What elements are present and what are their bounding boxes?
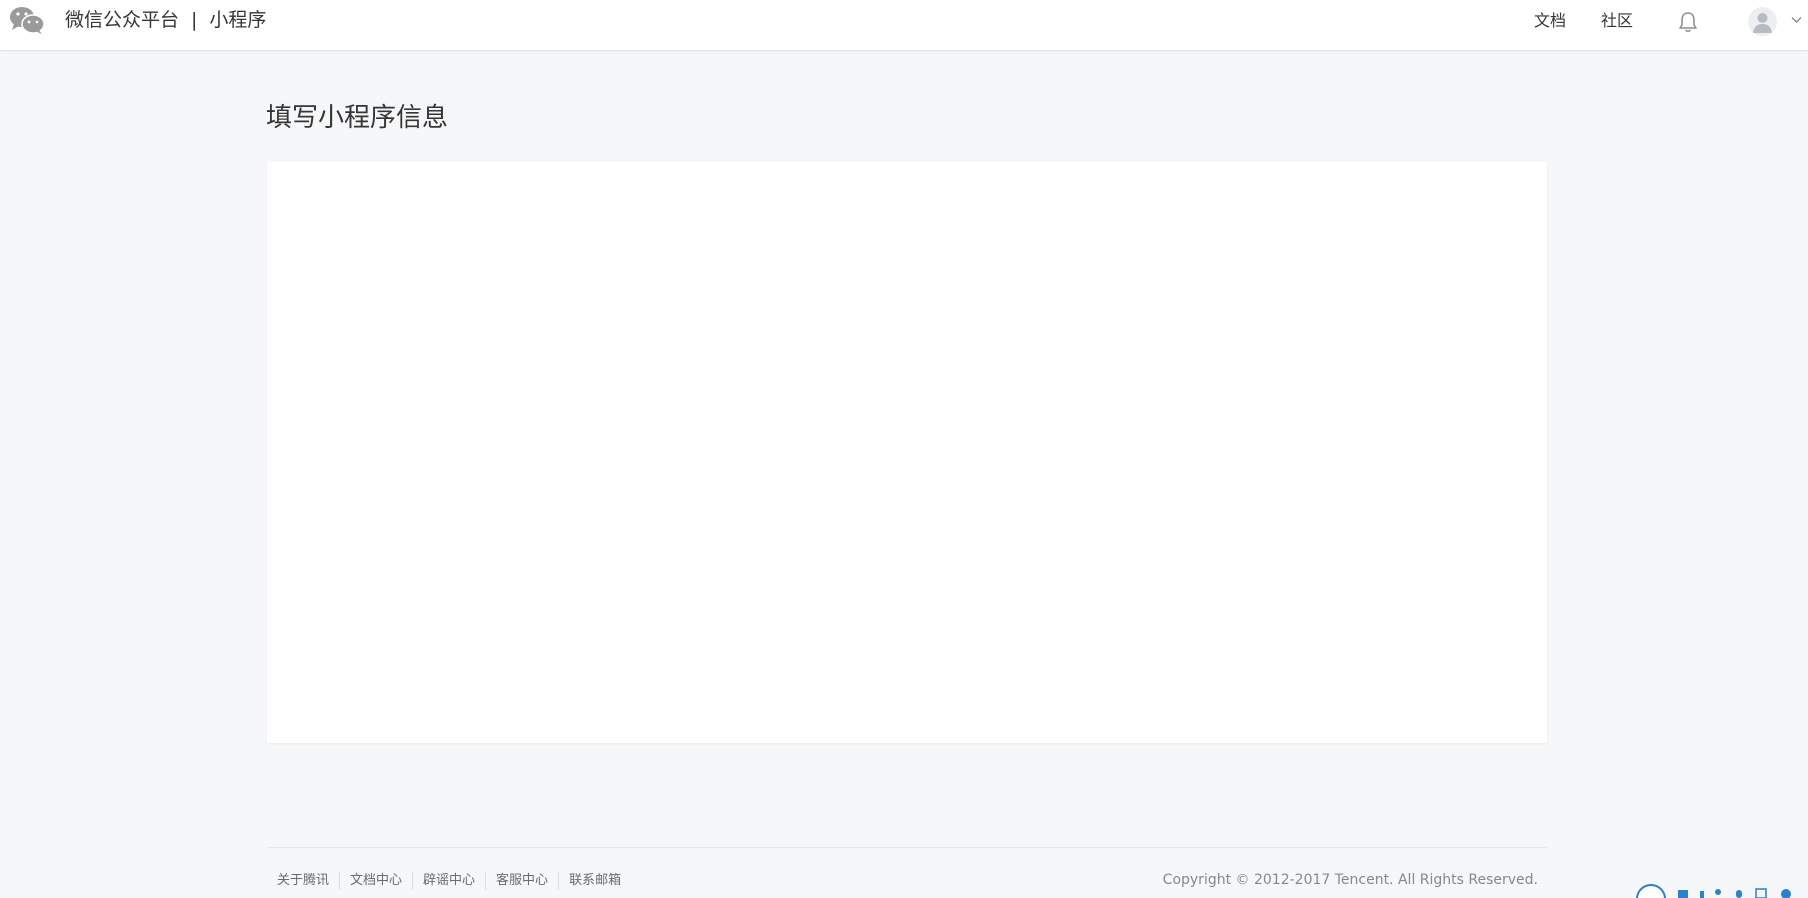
copyright-text: Copyright © 2012-2017 Tencent. All Right…: [1162, 872, 1538, 888]
product-name: 小程序: [209, 9, 267, 31]
bell-icon[interactable]: [1678, 11, 1698, 33]
avatar-silhouette-icon: [1753, 13, 1772, 33]
brand-title[interactable]: 微信公众平台 | 小程序: [65, 7, 266, 33]
nav-docs-link[interactable]: 文档: [1534, 10, 1566, 32]
footer-link-docs-center[interactable]: 文档中心: [339, 872, 412, 890]
form-card: [267, 162, 1547, 743]
chevron-down-icon[interactable]: [1791, 16, 1802, 24]
wechat-logo-icon[interactable]: [9, 5, 45, 35]
footer-link-contact-email[interactable]: 联系邮箱: [558, 872, 631, 890]
footer-links: 关于腾讯 文档中心 辟谣中心 客服中心 联系邮箱: [267, 871, 631, 891]
brand-separator: |: [191, 9, 198, 31]
top-navigation-bar: 微信公众平台 | 小程序 文档 社区: [0, 0, 1808, 51]
footer-link-rumor-center[interactable]: 辟谣中心: [412, 872, 485, 890]
user-avatar-icon[interactable]: [1748, 7, 1777, 36]
nav-community-link[interactable]: 社区: [1601, 10, 1633, 32]
page-title: 填写小程序信息: [266, 103, 449, 133]
footer-divider: [267, 847, 1547, 848]
ime-toolbar-icon[interactable]: [1636, 882, 1808, 898]
footer-link-support-center[interactable]: 客服中心: [485, 872, 558, 890]
platform-name: 微信公众平台: [65, 9, 180, 31]
footer-link-about-tencent[interactable]: 关于腾讯: [267, 872, 339, 890]
